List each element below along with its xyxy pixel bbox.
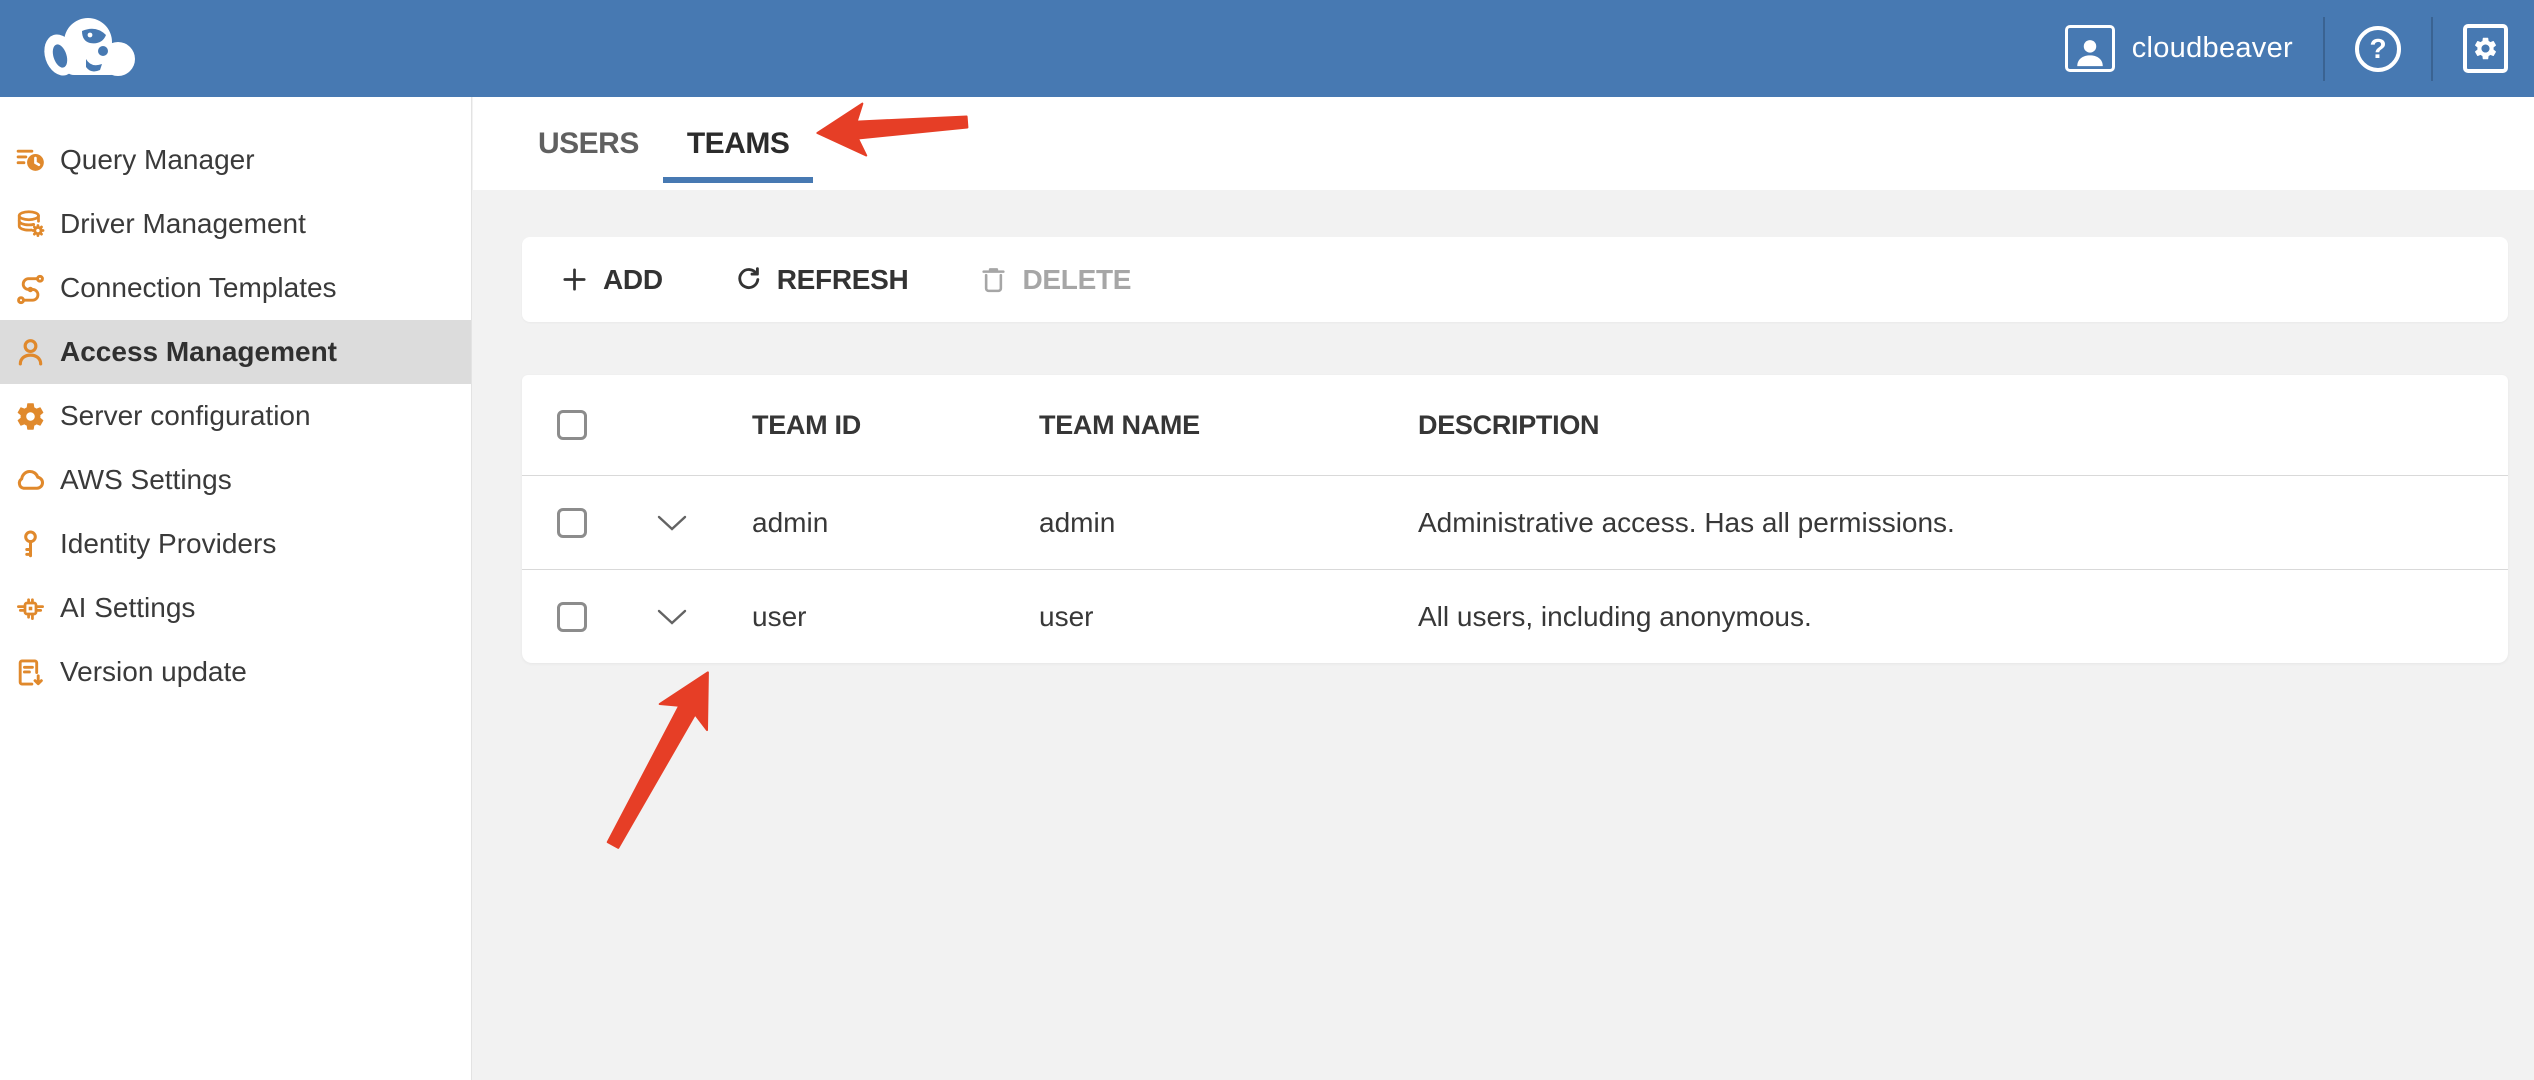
sidebar-item-server-configuration[interactable]: Server configuration — [0, 384, 471, 448]
sidebar-item-query-manager[interactable]: Query Manager — [0, 128, 471, 192]
sidebar-item-label: Driver Management — [60, 208, 306, 240]
refresh-button-label: REFRESH — [777, 264, 909, 296]
user-menu[interactable]: cloudbeaver — [2065, 25, 2293, 72]
sidebar-item-label: Server configuration — [60, 400, 311, 432]
plus-icon — [559, 264, 590, 295]
sidebar-item-label: Identity Providers — [60, 528, 276, 560]
cloudbeaver-logo[interactable] — [36, 9, 142, 89]
tab-label: USERS — [538, 127, 639, 161]
server-configuration-icon — [14, 400, 47, 433]
column-header-team-name: TEAM NAME — [1009, 410, 1388, 441]
app-header: cloudbeaver ? — [0, 0, 2534, 97]
question-icon: ? — [2369, 35, 2386, 63]
ai-settings-icon — [14, 592, 47, 625]
refresh-icon — [733, 264, 764, 295]
expand-chevron-down-icon[interactable] — [655, 513, 689, 533]
delete-button[interactable]: DELETE — [978, 264, 1131, 296]
cell-team-name: admin — [1009, 507, 1388, 539]
tab-users[interactable]: USERS — [514, 97, 663, 190]
cell-team-name: user — [1009, 601, 1388, 633]
access-management-icon — [14, 336, 47, 369]
cell-description: Administrative access. Has all permissio… — [1388, 507, 2508, 539]
select-all-checkbox[interactable] — [557, 410, 587, 440]
sidebar-item-driver-management[interactable]: Driver Management — [0, 192, 471, 256]
row-checkbox[interactable] — [557, 508, 587, 538]
header-divider — [2431, 17, 2433, 81]
admin-sidebar: Query Manager Driver Management Connecti… — [0, 97, 472, 1080]
header-divider — [2323, 17, 2325, 81]
driver-management-icon — [14, 208, 47, 241]
cell-description: All users, including anonymous. — [1388, 601, 2508, 633]
sidebar-item-label: AWS Settings — [60, 464, 232, 496]
cell-team-id: admin — [722, 507, 1009, 539]
user-avatar-icon — [2065, 25, 2115, 72]
username-label: cloudbeaver — [2132, 32, 2293, 65]
cell-team-id: user — [722, 601, 1009, 633]
refresh-button[interactable]: REFRESH — [733, 264, 909, 296]
teams-toolbar: ADD REFRESH DELETE — [522, 237, 2508, 322]
sidebar-item-version-update[interactable]: Version update — [0, 640, 471, 704]
add-button-label: ADD — [603, 264, 663, 296]
teams-table: TEAM ID TEAM NAME DESCRIPTION admin admi… — [522, 375, 2508, 663]
sidebar-item-ai-settings[interactable]: AI Settings — [0, 576, 471, 640]
aws-settings-icon — [14, 464, 47, 497]
help-button[interactable]: ? — [2355, 26, 2401, 72]
table-row[interactable]: user user All users, including anonymous… — [522, 569, 2508, 663]
table-header-row: TEAM ID TEAM NAME DESCRIPTION — [522, 375, 2508, 475]
table-row[interactable]: admin admin Administrative access. Has a… — [522, 475, 2508, 569]
sidebar-item-connection-templates[interactable]: Connection Templates — [0, 256, 471, 320]
access-management-tabbar: USERS TEAMS — [473, 97, 2534, 190]
version-update-icon — [14, 656, 47, 689]
connection-templates-icon — [14, 272, 47, 305]
delete-button-label: DELETE — [1022, 264, 1131, 296]
sidebar-item-label: Connection Templates — [60, 272, 337, 304]
add-button[interactable]: ADD — [559, 264, 663, 296]
sidebar-item-label: Version update — [60, 656, 247, 688]
row-checkbox[interactable] — [557, 602, 587, 632]
trash-icon — [978, 264, 1009, 295]
tab-label: TEAMS — [687, 127, 790, 161]
sidebar-item-access-management[interactable]: Access Management — [0, 320, 471, 384]
sidebar-item-aws-settings[interactable]: AWS Settings — [0, 448, 471, 512]
sidebar-item-label: AI Settings — [60, 592, 195, 624]
gear-icon — [2472, 35, 2499, 62]
sidebar-item-label: Query Manager — [60, 144, 255, 176]
settings-button[interactable] — [2463, 24, 2508, 73]
sidebar-item-label: Access Management — [60, 336, 337, 368]
annotation-arrow-table-rows — [580, 650, 750, 870]
identity-providers-icon — [14, 528, 47, 561]
sidebar-item-identity-providers[interactable]: Identity Providers — [0, 512, 471, 576]
query-manager-icon — [14, 144, 47, 177]
tab-teams[interactable]: TEAMS — [663, 97, 814, 190]
expand-chevron-down-icon[interactable] — [655, 607, 689, 627]
column-header-description: DESCRIPTION — [1388, 410, 2508, 441]
column-header-team-id: TEAM ID — [722, 410, 1009, 441]
